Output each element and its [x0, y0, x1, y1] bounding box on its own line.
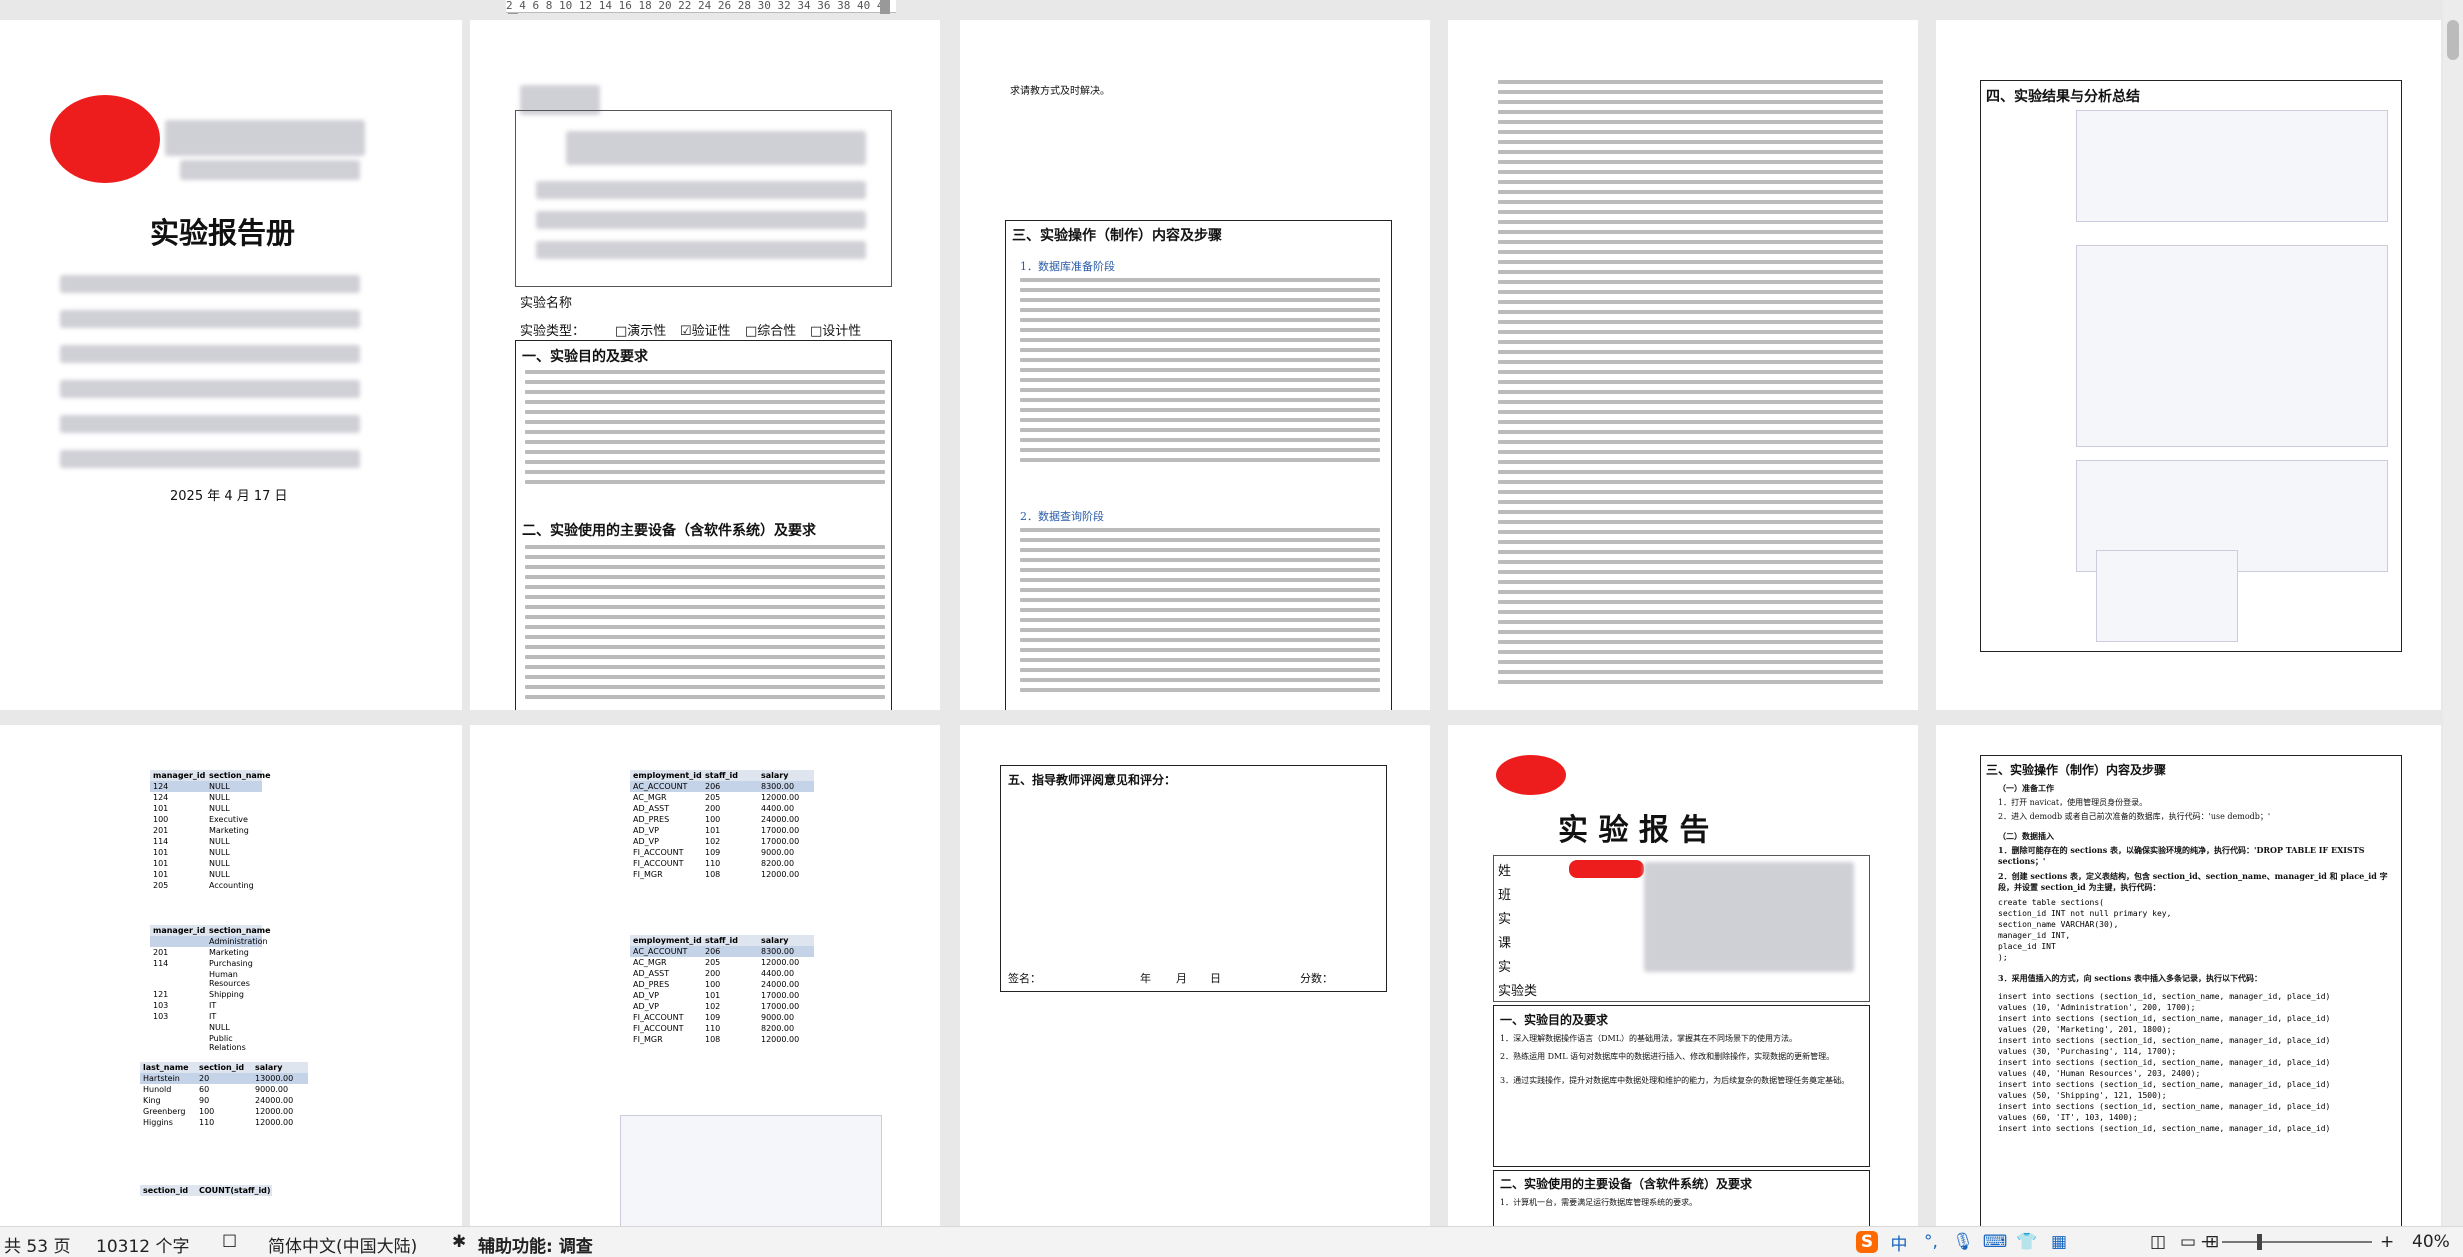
score-label: 分数：	[1300, 972, 1333, 985]
page-5-results[interactable]: 四、实验结果与分析总结	[1936, 20, 2441, 710]
ruler-right-marker[interactable]	[880, 0, 890, 14]
type-option-4[interactable]: □设计性	[810, 320, 861, 339]
month-label: 月	[1176, 972, 1187, 985]
accessibility-icon[interactable]: ✱	[452, 1232, 466, 1252]
page-3-top-text: 求请教方式及时解决。	[1010, 86, 1110, 97]
result-table-4: section_id COUNT(staff_id)	[140, 1185, 272, 1196]
day-label: 日	[1210, 972, 1221, 985]
view-print-icon[interactable]: ▭	[2180, 1232, 2196, 1252]
page-10-steps[interactable]: 三、实验操作（制作）内容及步骤 （一）准备工作 1．打开 navicat，使用管…	[1936, 725, 2441, 1230]
signature-label: 签名：	[1008, 972, 1041, 985]
skin-icon[interactable]: 👕	[2016, 1231, 2038, 1253]
school-name-redacted	[165, 120, 365, 156]
ime-language-toggle[interactable]: 中	[1888, 1231, 1910, 1255]
zoom-out-button[interactable]: −	[2200, 1232, 2214, 1252]
word-count[interactable]: 10312 个字	[96, 1232, 189, 1257]
report-section-1: 一、实验目的及要求	[1500, 1013, 1609, 1027]
page-9-report[interactable]: 实 验 报 告 姓 班 实 课 实 实验类 一、实验目的及要求 1．深入理解数据…	[1448, 725, 1918, 1230]
steps-heading: 三、实验操作（制作）内容及步骤	[1986, 763, 2167, 777]
subsection-1: 1．数据库准备阶段	[1020, 260, 1115, 273]
status-bar: 共 53 页 10312 个字 ☐ 简体中文(中国大陆) ✱ 辅助功能: 调查 …	[0, 1226, 2463, 1257]
result-table-3: last_name section_id salary Hartstein 20 130…	[140, 1062, 308, 1128]
logo-redacted-2	[1496, 755, 1566, 795]
type-label: 实验类型：	[520, 324, 586, 339]
page-3-procedure[interactable]: 求请教方式及时解决。 三、实验操作（制作）内容及步骤 1．数据库准备阶段 2．数…	[960, 20, 1430, 710]
punctuation-icon[interactable]: °,	[1920, 1231, 1942, 1253]
vertical-scrollbar[interactable]	[2443, 0, 2463, 1230]
result-table-2: manager_id section_name Administration 20…	[150, 925, 271, 1053]
zoom-level[interactable]: 40%	[2412, 1232, 2450, 1252]
ruler-scale: 2 4 6 8 10 12 14 16 18 20 22 24 26 28 30…	[506, 0, 896, 13]
focus-mode-icon[interactable]: ◫	[2150, 1232, 2166, 1252]
course-name-label: 实验名称	[520, 296, 573, 311]
page-8-review[interactable]: 五、指导教师评阅意见和评分： 签名： 年 月 日 分数：	[960, 725, 1430, 1230]
logo-redacted	[50, 95, 160, 183]
page-1-cover[interactable]: 实验报告册 2025 年 4 月 17 日	[0, 20, 462, 710]
toolbox-icon[interactable]: ▦	[2048, 1231, 2070, 1253]
type-option-2[interactable]: ☑验证性	[680, 320, 731, 339]
page-2-info[interactable]: 实验名称 实验类型： □演示性 ☑验证性 □综合性 □设计性 一、实验目的及要求…	[470, 20, 940, 710]
cover-date: 2025 年 4 月 17 日	[170, 489, 288, 504]
microphone-icon[interactable]: 🎙	[1952, 1231, 1974, 1253]
employment-table-2: employment_id staff_id salary AC_ACCOUNT 20…	[630, 935, 814, 1045]
employment-table-1: employment_id staff_id salary AC_ACCOUNT 20…	[630, 770, 814, 880]
sogou-logo-icon[interactable]: S	[1856, 1231, 1878, 1253]
review-heading: 五、指导教师评阅意见和评分：	[1008, 773, 1177, 787]
type-option-1[interactable]: □演示性	[615, 320, 666, 339]
subsection-2: 2．数据查询阶段	[1020, 510, 1104, 523]
year-label: 年	[1140, 972, 1151, 985]
accessibility-status[interactable]: 辅助功能: 调查	[478, 1232, 593, 1257]
page-4-text[interactable]	[1448, 20, 1918, 710]
section-2-heading: 二、实验使用的主要设备（含软件系统）及要求	[522, 523, 816, 539]
language-status[interactable]: 简体中文(中国大陆)	[268, 1232, 417, 1257]
section-1-heading: 一、实验目的及要求	[522, 349, 648, 365]
zoom-slider[interactable]	[2222, 1234, 2372, 1250]
scrollbar-thumb[interactable]	[2447, 20, 2459, 60]
horizontal-ruler[interactable]: 2 4 6 8 10 12 14 16 18 20 22 24 26 28 30…	[0, 0, 2463, 14]
page-6-tables[interactable]: manager_id section_name 124 NULL 124 NULL 1…	[0, 725, 462, 1230]
page-7-tables[interactable]: employment_id staff_id salary AC_ACCOUNT 20…	[470, 725, 940, 1230]
zoom-slider-thumb[interactable]	[2257, 1234, 2262, 1250]
ime-toolbar[interactable]: S 中 °, 🎙 ⌨ 👕 ▦	[1856, 1230, 2070, 1255]
proofing-icon[interactable]: ☐	[222, 1232, 237, 1252]
zoom-in-button[interactable]: +	[2380, 1232, 2394, 1252]
page-count[interactable]: 共 53 页	[4, 1232, 70, 1257]
type-option-3[interactable]: □综合性	[745, 320, 796, 339]
section-3-heading: 三、实验操作（制作）内容及步骤	[1012, 228, 1222, 244]
report-section-2: 二、实验使用的主要设备（含软件系统）及要求	[1500, 1177, 1753, 1191]
report-title: 实 验 报 告	[1558, 813, 1710, 848]
keyboard-icon[interactable]: ⌨	[1983, 1231, 2008, 1253]
info-table	[515, 110, 892, 287]
cover-title: 实验报告册	[150, 216, 296, 250]
result-table-1: manager_id section_name 124 NULL 124 NULL 1…	[150, 770, 271, 891]
results-heading: 四、实验结果与分析总结	[1986, 89, 2140, 105]
